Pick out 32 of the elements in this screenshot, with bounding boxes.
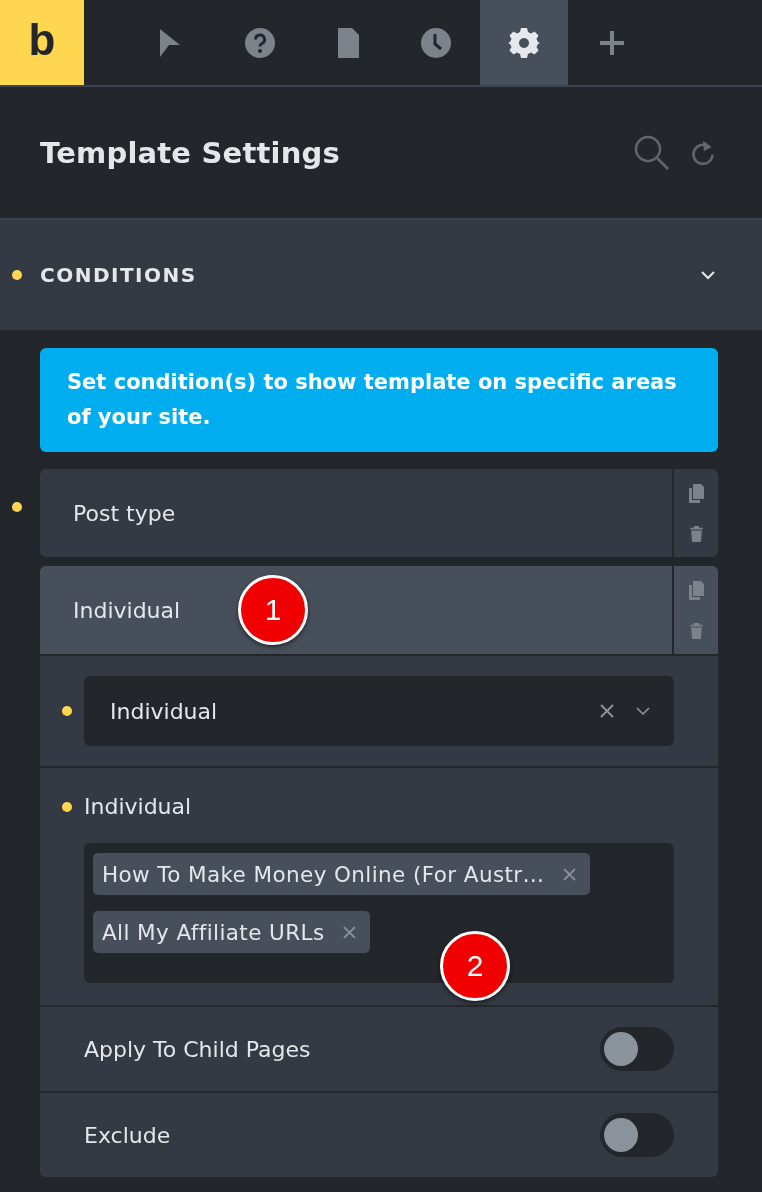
condition-label[interactable]: Post type bbox=[40, 469, 176, 557]
condition-label[interactable]: Individual bbox=[40, 566, 181, 654]
select-field[interactable]: Individual bbox=[84, 676, 674, 746]
trash-icon[interactable] bbox=[689, 526, 703, 542]
section-title: CONDITIONS bbox=[40, 263, 198, 287]
help-icon bbox=[244, 26, 276, 59]
select-value: Individual bbox=[110, 698, 219, 724]
chevron-icon bbox=[636, 707, 650, 715]
panel-title: Template Settings bbox=[40, 135, 340, 170]
toggle-label: Apply To Child Pages bbox=[84, 1036, 311, 1062]
info-notice: Set condition(s) to show template on specific areas of your site. bbox=[40, 348, 718, 452]
search-icon[interactable] bbox=[634, 134, 670, 171]
app-logo[interactable]: b bbox=[0, 0, 84, 85]
copy-icon[interactable] bbox=[688, 581, 704, 601]
toggle-switch[interactable] bbox=[600, 1027, 674, 1071]
step-badge: 1 bbox=[238, 575, 308, 645]
selected-tag[interactable]: All My Affiliate URLs bbox=[93, 911, 370, 953]
tag-label: How To Make Money Online (For Austr… bbox=[102, 861, 545, 887]
toggle-switch[interactable] bbox=[600, 1113, 674, 1157]
clear-icon[interactable] bbox=[600, 704, 614, 718]
toggle-label: Exclude bbox=[84, 1122, 171, 1148]
tag-label: All My Affiliate URLs bbox=[102, 919, 325, 945]
clock-icon bbox=[420, 26, 452, 59]
section-header[interactable]: CONDITIONS bbox=[0, 220, 762, 330]
settings-icon bbox=[508, 26, 540, 59]
remove-icon[interactable] bbox=[562, 867, 576, 881]
field-label: Individual bbox=[84, 794, 192, 819]
remove-icon[interactable] bbox=[342, 925, 356, 939]
toolbar-tab[interactable] bbox=[480, 0, 568, 85]
copy-icon[interactable] bbox=[688, 484, 704, 504]
trash-icon[interactable] bbox=[689, 623, 703, 639]
selected-tag[interactable]: How To Make Money Online (For Austr… bbox=[93, 853, 590, 895]
